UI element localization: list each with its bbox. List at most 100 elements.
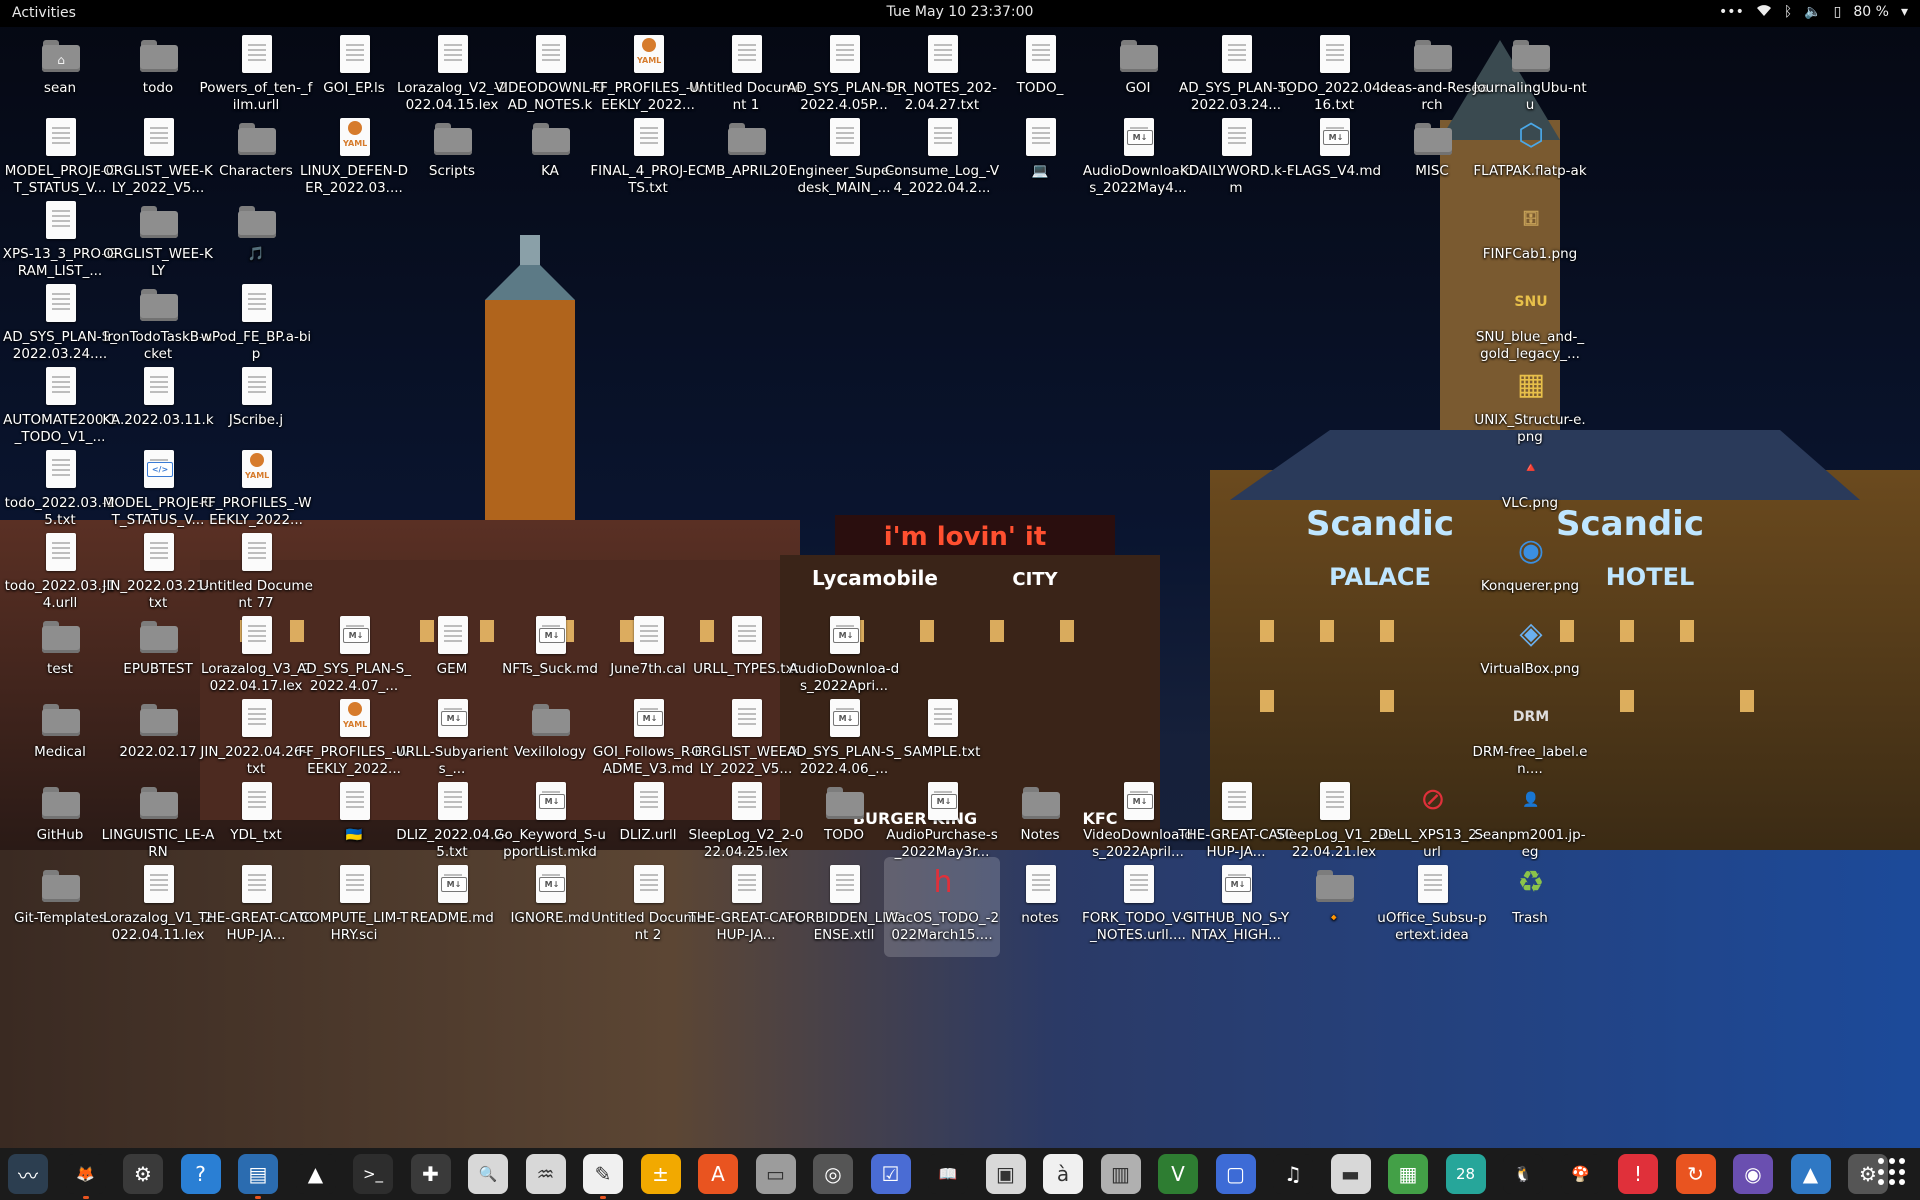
markdown-file-icon: M↓ xyxy=(924,782,962,822)
text-file-icon xyxy=(336,865,374,905)
dock-files-icon[interactable]: ▭ xyxy=(755,1154,796,1194)
markdown-file-icon: M↓ xyxy=(826,616,864,656)
text-file-icon xyxy=(728,616,766,656)
system-tray[interactable]: ••• ᛒ 🔈 ▯ 80 % ▾ xyxy=(1719,3,1908,21)
dock-text-editor-icon[interactable]: ✎ xyxy=(583,1154,623,1199)
text-file-icon xyxy=(140,533,178,573)
dock-game-icon[interactable]: 🍄 xyxy=(1560,1154,1601,1194)
text-file-icon xyxy=(826,865,864,905)
dock-music-icon[interactable]: ♫ xyxy=(1273,1154,1313,1194)
markdown-file-icon: M↓ xyxy=(630,699,668,739)
text-file-icon xyxy=(140,118,178,158)
dock-settings-icon[interactable]: ⚙ xyxy=(123,1154,163,1194)
text-file-icon xyxy=(42,367,80,407)
dock-character-map-icon[interactable]: à xyxy=(1043,1154,1083,1194)
folder-icon xyxy=(1414,118,1452,158)
dock-vlc-icon[interactable]: ▲ xyxy=(295,1154,336,1194)
text-file-icon xyxy=(1022,118,1060,158)
dock-screenshot-icon[interactable]: ◉ xyxy=(1733,1154,1773,1194)
desktop-icon[interactable]: ♻ Trash xyxy=(1472,857,1588,957)
dock-add-app-icon[interactable]: ✚ xyxy=(410,1154,451,1194)
wifi-icon[interactable] xyxy=(1756,3,1772,21)
markdown-file-icon: M↓ xyxy=(336,616,374,656)
dock-updates-icon[interactable]: ↻ xyxy=(1675,1154,1716,1194)
dock-alert-icon[interactable]: ! xyxy=(1618,1154,1658,1194)
text-file-icon xyxy=(728,699,766,739)
dock-calculator-icon[interactable]: ± xyxy=(640,1154,681,1194)
volume-icon[interactable]: 🔈 xyxy=(1804,4,1821,20)
text-file-icon xyxy=(532,35,570,75)
text-file-icon xyxy=(1218,782,1256,822)
folder-icon xyxy=(140,782,178,822)
markdown-file-icon: M↓ xyxy=(532,782,570,822)
text-file-icon xyxy=(728,782,766,822)
text-file-icon xyxy=(630,865,668,905)
chevron-down-icon[interactable]: ▾ xyxy=(1901,4,1908,20)
yaml-file-icon xyxy=(336,699,374,739)
dock-software-icon[interactable]: A xyxy=(698,1154,738,1194)
text-file-icon xyxy=(1316,35,1354,75)
folder-icon xyxy=(42,616,80,656)
text-file-icon xyxy=(238,533,276,573)
dock-calendar-icon[interactable]: 28 xyxy=(1445,1154,1486,1194)
battery-icon[interactable]: ▯ xyxy=(1834,4,1842,20)
dock-archive-icon[interactable]: ▥ xyxy=(1100,1154,1141,1194)
dock-penguin-icon[interactable]: 🐧 xyxy=(1503,1154,1543,1194)
dock-firefox-icon[interactable]: 🦊 xyxy=(65,1154,106,1199)
show-applications-icon[interactable] xyxy=(1878,1158,1906,1186)
text-file-icon xyxy=(924,118,962,158)
markdown-file-icon: M↓ xyxy=(434,865,472,905)
dock-tasks-icon[interactable]: ☑ xyxy=(870,1154,911,1194)
desktop-icon-label: UNIX_Structur-e.png xyxy=(1474,412,1586,445)
text-file-icon xyxy=(630,118,668,158)
app-file-icon: 🗄 xyxy=(1522,211,1540,227)
dock-pdf-icon[interactable]: ▬ xyxy=(1330,1154,1371,1194)
app-file-icon: ♻ xyxy=(1517,865,1545,900)
markdown-file-icon: M↓ xyxy=(532,865,570,905)
text-file-icon xyxy=(1414,865,1452,905)
folder-icon xyxy=(532,699,570,739)
bluetooth-icon[interactable]: ᛒ xyxy=(1784,4,1792,20)
text-file-icon xyxy=(42,284,80,324)
app-file-icon: ◈ xyxy=(1519,616,1543,651)
dock-vim-icon[interactable]: V xyxy=(1158,1154,1198,1194)
desktop-icon-label: DRM-free_label.en.... xyxy=(1472,744,1588,777)
folder-icon xyxy=(42,782,80,822)
folder-icon xyxy=(42,699,80,739)
folder-icon xyxy=(42,865,80,905)
overflow-menu-icon[interactable]: ••• xyxy=(1719,4,1744,20)
text-file-icon xyxy=(728,35,766,75)
desktop-icon-label: VLC.png xyxy=(1501,495,1559,511)
clock[interactable]: Tue May 10 23:37:00 xyxy=(887,4,1034,20)
dock-search-icon[interactable]: 🔍 xyxy=(468,1154,508,1194)
dock-system-monitor-icon[interactable]: 〰 xyxy=(8,1154,48,1194)
desktop-icon-label: Seanpm2001.jp-eg xyxy=(1474,827,1586,860)
dock-photos-icon[interactable]: ▲ xyxy=(1790,1154,1831,1194)
dock-disks-icon[interactable]: ◎ xyxy=(813,1154,853,1194)
activities-button[interactable]: Activities xyxy=(12,5,76,21)
dock-boxes-icon[interactable]: ▢ xyxy=(1215,1154,1256,1194)
text-file-icon xyxy=(42,533,80,573)
dock-calc-icon[interactable]: ▦ xyxy=(1388,1154,1428,1194)
text-file-icon xyxy=(238,284,276,324)
text-file-icon xyxy=(1218,118,1256,158)
top-bar: Activities Tue May 10 23:37:00 ••• ᛒ 🔈 ▯… xyxy=(0,0,1920,27)
text-file-icon xyxy=(1316,782,1354,822)
app-file-icon: ◉ xyxy=(1517,533,1545,568)
markdown-file-icon: M↓ xyxy=(532,616,570,656)
desktop-icon-label: AudioDownloa-ds_2022Apri... xyxy=(788,661,900,694)
folder-icon xyxy=(1414,35,1452,75)
dock-terminal-icon[interactable]: >_ xyxy=(353,1154,393,1194)
battery-percent[interactable]: 80 % xyxy=(1853,4,1889,20)
app-file-icon: SNU xyxy=(1514,294,1548,310)
dock-reader-icon[interactable]: 📖 xyxy=(928,1154,968,1194)
app-file-icon: ⬡ xyxy=(1517,118,1545,153)
dock-help-icon[interactable]: ? xyxy=(180,1154,221,1194)
dock-writer-icon[interactable]: ▤ xyxy=(238,1154,278,1199)
desktop-icon-label: FLATPAK.flatp-ak xyxy=(1473,163,1587,179)
text-file-icon xyxy=(630,782,668,822)
desktop-icon-label: JScribe.j xyxy=(228,412,284,428)
dock-document-scanner-icon[interactable]: ▣ xyxy=(985,1154,1026,1194)
dock-monitor-icon[interactable]: ♒ xyxy=(525,1154,566,1194)
text-file-icon xyxy=(1022,865,1060,905)
